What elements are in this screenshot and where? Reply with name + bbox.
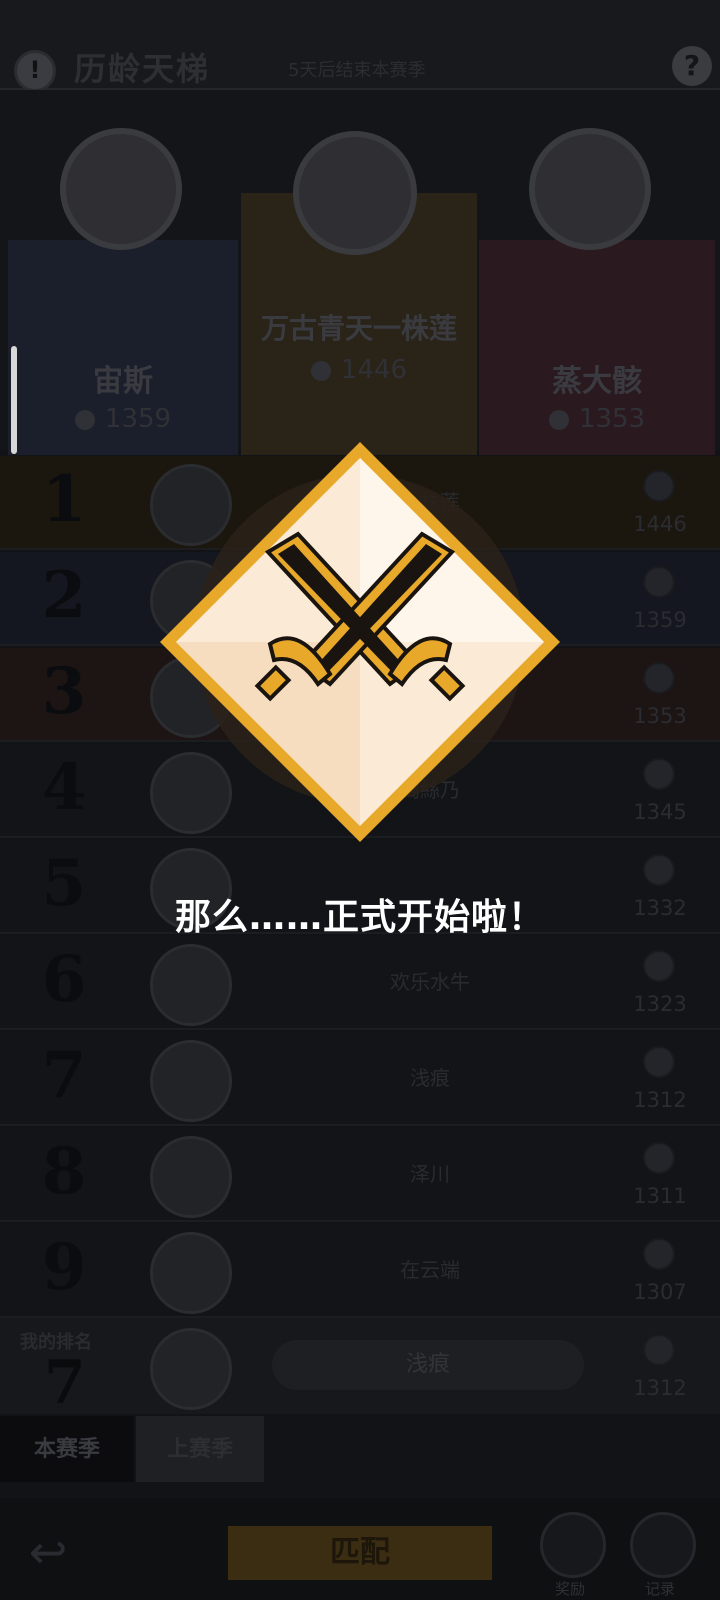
- avatar: [293, 131, 417, 255]
- player-score: 1323: [633, 992, 687, 1016]
- bottom-bar: ↩ 匹配 奖励 记录: [0, 1498, 720, 1600]
- rank-number: 1: [41, 462, 87, 537]
- my-rank-number: 7: [44, 1348, 86, 1418]
- table-row[interactable]: 6 欢乐水牛 1323: [0, 936, 720, 1030]
- avatar: [150, 1040, 232, 1122]
- header-bar: ! 历龄天梯 5天后结束本赛季 ?: [0, 0, 720, 92]
- podium-third[interactable]: 蒸大骸 1353: [479, 128, 715, 455]
- podium-score-wrap: 1353: [479, 404, 715, 434]
- medal-icon: [74, 409, 95, 430]
- avatar: [150, 1136, 232, 1218]
- player-score: 1312: [633, 1088, 687, 1112]
- medal-icon: [643, 1046, 675, 1078]
- question-icon[interactable]: ?: [672, 46, 712, 86]
- rank-number: 4: [41, 750, 87, 825]
- podium-name: 宙斯: [93, 364, 153, 399]
- rank-number: 7: [41, 1038, 87, 1113]
- rank-number: 2: [41, 558, 87, 633]
- rank-number: 6: [41, 942, 87, 1017]
- podium-score-wrap: 1446: [241, 355, 477, 385]
- medal-icon: [643, 758, 675, 790]
- podium-score-wrap: 1359: [8, 404, 238, 434]
- medal-icon: [643, 470, 675, 502]
- page-title: 历龄天梯: [74, 50, 211, 88]
- player-name: 欢乐水牛: [390, 970, 470, 994]
- back-arrow-icon[interactable]: ↩: [18, 1522, 78, 1582]
- medal-icon: [643, 1334, 675, 1366]
- avatar: [150, 1328, 232, 1410]
- my-rank-bar: 我的排名 7 浅痕 1312: [0, 1318, 720, 1418]
- records-button[interactable]: [630, 1512, 696, 1578]
- rank-number: 8: [41, 1134, 87, 1209]
- player-name: 浅痕: [410, 1066, 450, 1090]
- avatar: [529, 128, 651, 250]
- player-score: 1359: [633, 608, 687, 632]
- podium-score: 1353: [578, 404, 646, 434]
- player-score: 1345: [633, 800, 687, 824]
- records-label: 记录: [644, 1580, 675, 1598]
- medal-icon: [643, 662, 675, 694]
- exclamation-icon[interactable]: !: [14, 50, 56, 92]
- tab-current-season[interactable]: 本赛季: [0, 1416, 134, 1482]
- rewards-label: 奖励: [554, 1580, 585, 1598]
- player-score: 1353: [633, 704, 687, 728]
- medal-icon: [643, 1238, 675, 1270]
- podium-score: 1359: [104, 404, 172, 434]
- scrollbar[interactable]: [11, 346, 17, 454]
- crossed-swords-icon: [160, 442, 560, 842]
- tab-last-season[interactable]: 上赛季: [136, 1416, 264, 1482]
- medal-icon: [643, 566, 675, 598]
- avatar: [150, 944, 232, 1026]
- rank-number: 9: [41, 1230, 87, 1305]
- podium-first[interactable]: 万古青天一株莲 1446: [241, 131, 477, 455]
- medal-icon: [548, 409, 569, 430]
- avatar: [150, 1232, 232, 1314]
- player-score: 1311: [633, 1184, 687, 1208]
- my-name: 浅痕: [272, 1340, 584, 1390]
- medal-icon: [643, 950, 675, 982]
- table-row[interactable]: 7 浅痕 1312: [0, 1032, 720, 1126]
- podium-second[interactable]: 宙斯 1359: [8, 128, 238, 455]
- season-remaining-text: 5天后结束本赛季: [288, 60, 426, 81]
- table-row[interactable]: 9 在云端 1307: [0, 1224, 720, 1318]
- my-score: 1312: [633, 1376, 687, 1400]
- medal-icon: [643, 1142, 675, 1174]
- rank-number: 3: [41, 654, 87, 729]
- player-name: 在云端: [400, 1258, 460, 1282]
- podium-name: 蒸大骸: [552, 364, 642, 399]
- medal-icon: [643, 854, 675, 886]
- rewards-button[interactable]: [540, 1512, 606, 1578]
- player-score: 1446: [633, 512, 687, 536]
- match-button[interactable]: 匹配: [228, 1526, 492, 1580]
- player-name: 泽川: [410, 1162, 450, 1186]
- podium: 宙斯 1359 万古青天一株莲 1446 蒸大骸 1353: [0, 90, 720, 455]
- table-row[interactable]: 8 泽川 1311: [0, 1128, 720, 1222]
- podium-name: 万古青天一株莲: [260, 312, 457, 345]
- avatar: [60, 128, 182, 250]
- player-score: 1307: [633, 1280, 687, 1304]
- overlay-message: 那么……正式开始啦！: [174, 897, 545, 938]
- medal-icon: [310, 360, 331, 381]
- podium-score: 1446: [340, 355, 408, 385]
